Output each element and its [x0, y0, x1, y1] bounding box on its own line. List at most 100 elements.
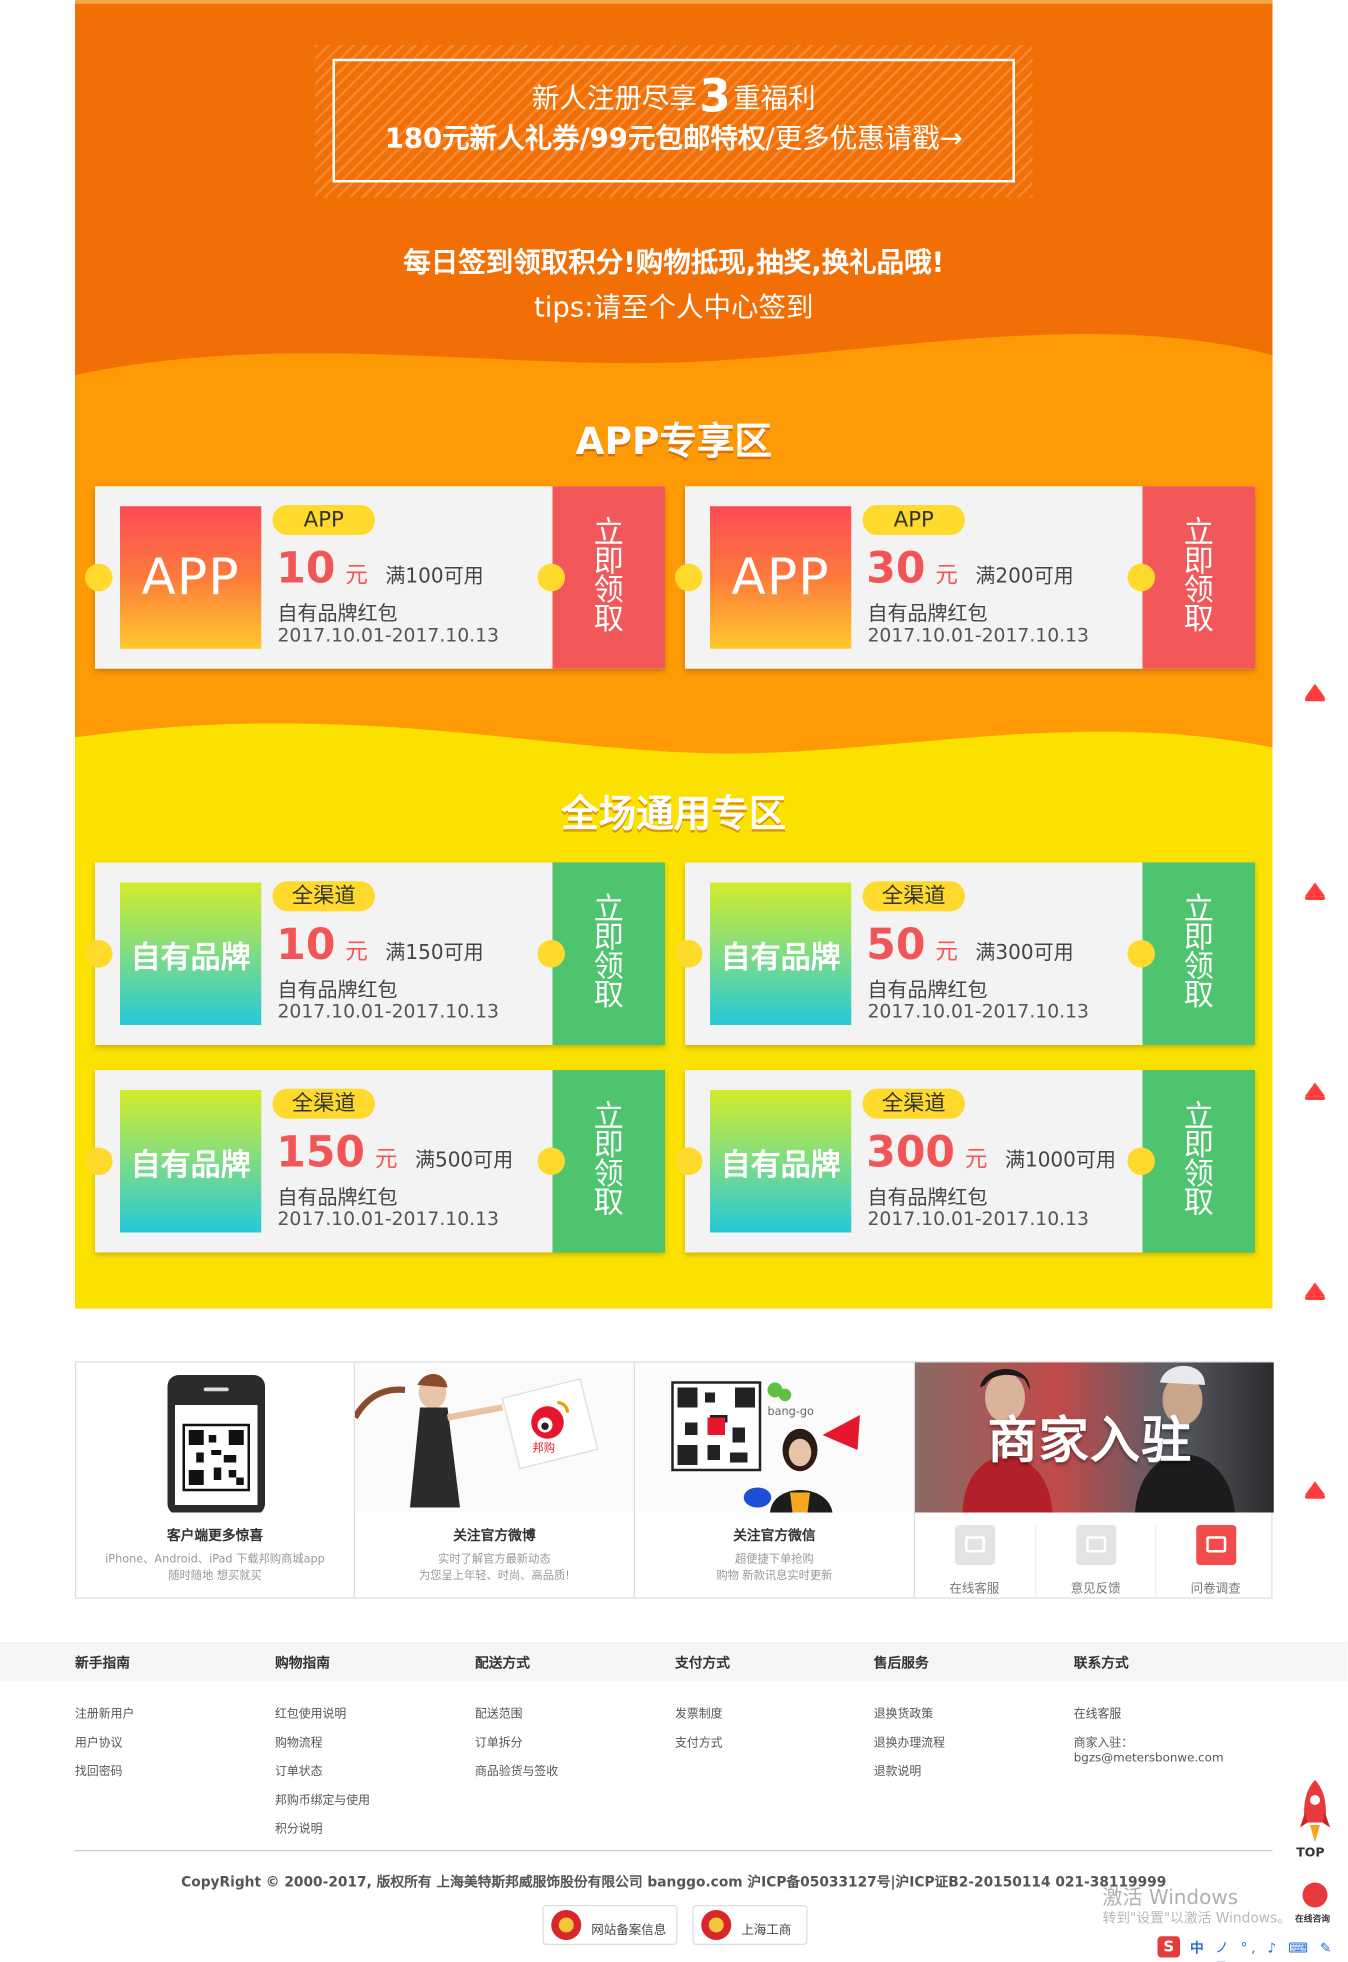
coupon-condition: 满150可用	[385, 940, 484, 964]
icp-record-label: 网站备案信息	[591, 1923, 667, 1938]
shanghai-aic-badge[interactable]: 上海工商	[692, 1905, 808, 1945]
footer-column-heading: 购物指南	[275, 1655, 330, 1672]
footer-link[interactable]: 注册新用户	[75, 1700, 134, 1729]
weibo-desc-line: 实时了解官方最新动态	[438, 1553, 551, 1567]
footer-contact-email[interactable]: bgzs@metersbonwe.com	[1074, 1751, 1224, 1766]
rocket-top-icon[interactable]	[1300, 1780, 1330, 1845]
footer-column: 新手指南 注册新用户 用户协议 找回密码	[75, 1653, 134, 1787]
banner-number: 3	[699, 71, 731, 123]
claim-coupon-button[interactable]: 立即领取	[537, 1070, 665, 1253]
footer-link[interactable]: 找回密码	[75, 1758, 134, 1787]
footer-link[interactable]: 退换货政策	[874, 1700, 945, 1729]
newcomer-banner[interactable]: 新人注册尽享3 重福利 180元新人礼券/99元包邮特权/更多优惠请戳→	[315, 45, 1033, 198]
weibo-desc-line: 为您呈上年轻、时尚、高品质!	[418, 1570, 570, 1583]
coupon-description: 自有品牌红包	[867, 977, 988, 1002]
daily-checkin-tip: tips:请至个人中心签到	[534, 292, 814, 324]
coupon-amount: 300 元满1000可用	[866, 1128, 1116, 1178]
footer-link[interactable]: 订单拆分	[475, 1729, 558, 1758]
claim-coupon-button[interactable]: 立即领取	[1127, 486, 1255, 669]
weixin-qr-image: bang-go	[635, 1362, 914, 1513]
feedback-button[interactable]: 意见反馈	[1035, 1525, 1155, 1597]
coupon-unit: 元	[374, 1146, 398, 1173]
claim-label: 立即领取	[1183, 1098, 1214, 1220]
side-float-icon[interactable]	[1305, 1082, 1325, 1100]
side-float-icon[interactable]	[1305, 1481, 1325, 1499]
footer-link[interactable]: 订单状态	[275, 1758, 370, 1787]
coupon-description: 自有品牌红包	[867, 601, 988, 625]
footer-link[interactable]: 用户协议	[75, 1729, 134, 1758]
coupon-unit: 元	[935, 562, 958, 589]
coupon-tag: 全渠道	[272, 881, 375, 912]
side-float-icon[interactable]	[1305, 882, 1325, 900]
footer-link[interactable]: 商品验货与签收	[475, 1758, 558, 1787]
footer-link[interactable]: 邦购币绑定与使用	[275, 1786, 370, 1815]
coupon-value: 10	[276, 543, 336, 594]
client-app-desc: iPhone、Android、iPad 下载邦购商城app 随时随地 想买就买	[76, 1553, 354, 1586]
coupon-amount: 10 元满150可用	[276, 920, 483, 970]
phone-qr-image	[167, 1375, 265, 1513]
icp-record-badge[interactable]: 网站备案信息	[542, 1905, 678, 1945]
weixin-cell[interactable]: bang-go 关注官方微信 超便捷下单抢购 购物 新款讯息实时更新	[635, 1362, 915, 1598]
coupon-tag: APP	[272, 505, 375, 535]
footer-column-heading: 新手指南	[75, 1655, 130, 1672]
coupon-card: APP APP 10 元满100可用 自有品牌红包 2017.10.01-2017…	[85, 486, 665, 669]
footer-link[interactable]: 在线客服	[1074, 1700, 1224, 1729]
app-section-title: APP专享区	[575, 420, 772, 464]
coupon-tag: 全渠道	[862, 881, 965, 912]
coupon-condition: 满100可用	[385, 563, 484, 588]
survey-button[interactable]: 问卷调查	[1155, 1525, 1275, 1597]
weibo-desc: 实时了解官方最新动态 为您呈上年轻、时尚、高品质!	[355, 1553, 634, 1586]
coupon-dot	[537, 1147, 565, 1175]
coupon-condition: 满1000可用	[1004, 1147, 1116, 1172]
footer-link[interactable]: 退款说明	[874, 1758, 945, 1787]
footer-link[interactable]: 配送范围	[475, 1700, 558, 1729]
footer-column-heading: 售后服务	[873, 1655, 929, 1672]
footer-column: 购物指南 红包使用说明 购物流程 订单状态 邦购币绑定与使用 积分说明	[275, 1653, 370, 1844]
banner-more-link[interactable]: /更多优惠请戳→	[765, 124, 962, 155]
coupon-date-range: 2017.10.01-2017.10.13	[277, 623, 499, 647]
claim-label: 立即领取	[593, 1098, 624, 1220]
coupon-card: 自有品牌 全渠道 50 元满300可用 自有品牌红包 2017.10.01-201…	[675, 862, 1255, 1045]
claim-coupon-button[interactable]: 立即领取	[537, 862, 665, 1045]
online-service-button[interactable]: 在线客服	[915, 1525, 1034, 1596]
consult-icon[interactable]	[1302, 1882, 1328, 1908]
claim-coupon-button[interactable]: 立即领取	[537, 486, 665, 669]
coupon-description: 自有品牌红包	[277, 1185, 398, 1209]
footer-link[interactable]: 购物流程	[275, 1729, 370, 1758]
side-float-icon[interactable]	[1305, 1282, 1325, 1300]
ime-language[interactable]: 中	[1190, 1938, 1204, 1958]
footer-link[interactable]: 发票制度	[675, 1700, 730, 1729]
banner-text: 新人注册尽享	[531, 83, 697, 115]
coupon-card: 自有品牌 全渠道 10 元满150可用 自有品牌红包 2017.10.01-201…	[85, 862, 665, 1045]
coupon-tag: 全渠道	[272, 1088, 375, 1119]
ime-toolbar[interactable]: S 中 ノ °, ♪ ⌨ ✎ ⊞	[1157, 1935, 1348, 1961]
windows-watermark-text: 转到"设置"以激活 Windows。	[1102, 1910, 1291, 1927]
back-to-top-label[interactable]: TOP	[1296, 1846, 1324, 1860]
client-app-cell[interactable]: 客户端更多惊喜 iPhone、Android、iPad 下载邦购商城app 随时…	[76, 1362, 355, 1598]
coupon-value: 150	[276, 1127, 365, 1178]
merchant-banner[interactable]: 商家入驻	[915, 1362, 1274, 1513]
weibo-badge-text: 邦购	[533, 1440, 556, 1454]
footer-link[interactable]: 支付方式	[675, 1729, 730, 1758]
coupon-tag: 全渠道	[862, 1088, 965, 1119]
footer-link[interactable]: 退换办理流程	[874, 1729, 945, 1758]
side-float-icon[interactable]	[1305, 683, 1325, 702]
weibo-title: 关注官方微博	[453, 1527, 536, 1544]
weixin-brand-text: bang-go	[768, 1405, 815, 1418]
ime-tray-icons[interactable]: ノ °, ♪ ⌨ ✎ ⊞	[1215, 1938, 1348, 1961]
weibo-model-image: 邦购	[355, 1362, 634, 1513]
daily-checkin-title: 每日签到领取积分!购物抵现,抽奖,换礼品哦!	[403, 247, 945, 279]
coupon-date-range: 2017.10.01-2017.10.13	[867, 623, 1089, 647]
online-consult-label[interactable]: 在线咨询	[1295, 1913, 1330, 1926]
footer-column-heading: 支付方式	[675, 1655, 730, 1672]
claim-coupon-button[interactable]: 立即领取	[1127, 862, 1255, 1045]
footer-link[interactable]: 红包使用说明	[275, 1700, 370, 1729]
footer-link[interactable]: 积分说明	[275, 1815, 370, 1844]
weibo-cell[interactable]: 邦购 关注官方微博 实时了解官方最新动态 为您呈上年轻、时尚、高品质!	[355, 1362, 635, 1598]
coupon-description: 自有品牌红包	[867, 1185, 988, 1209]
coupon-logo: 自有品牌	[120, 882, 262, 1025]
claim-coupon-button[interactable]: 立即领取	[1127, 1070, 1255, 1253]
coupon-amount: 10 元满100可用	[276, 544, 483, 594]
windows-watermark-title: 激活 Windows	[1102, 1885, 1239, 1909]
client-app-desc-line: iPhone、Android、iPad 下载邦购商城app	[105, 1553, 325, 1567]
